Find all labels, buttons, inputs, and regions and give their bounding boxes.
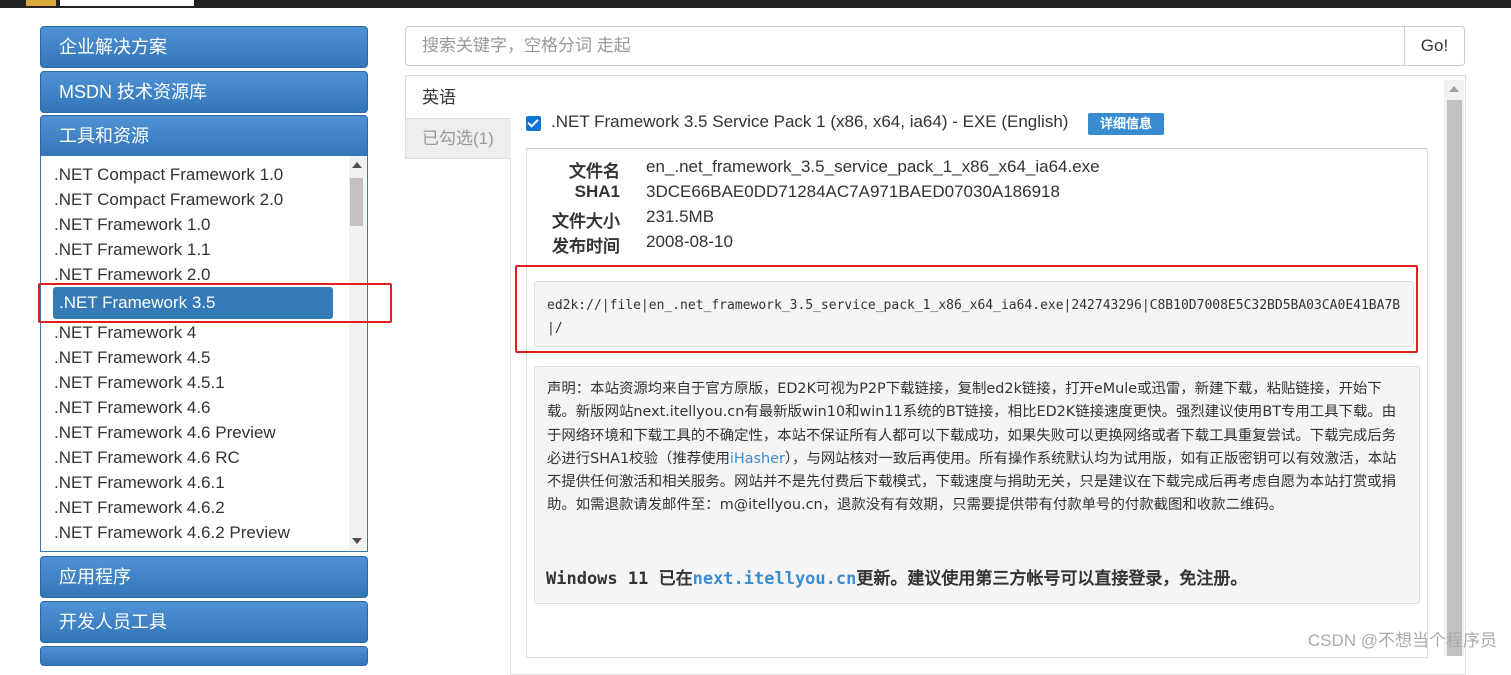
date-value: 2008-08-10: [646, 232, 733, 251]
top-bar: [0, 0, 1511, 8]
sidebar-section-enterprise[interactable]: 企业解决方案: [40, 26, 368, 68]
detail-info-button[interactable]: 详细信息: [1088, 113, 1164, 135]
scroll-up-icon[interactable]: [352, 162, 362, 168]
scroll-up-icon[interactable]: [1449, 86, 1459, 92]
date-label: 发布时间: [552, 237, 620, 256]
tree-item[interactable]: .NET Framework 4.6: [54, 395, 211, 420]
ihasher-link[interactable]: iHasher: [730, 451, 785, 467]
tab-checked[interactable]: 已勾选(1): [405, 119, 511, 159]
sidebar-section-devtools[interactable]: 开发人员工具: [40, 601, 368, 643]
scrollbar-thumb[interactable]: [350, 178, 363, 226]
size-value: 231.5MB: [646, 207, 715, 226]
ed2k-annotation-box: [515, 265, 1418, 353]
sidebar-section-more[interactable]: [40, 646, 368, 666]
tree-scrollbar[interactable]: [349, 156, 366, 550]
sidebar-section-tools[interactable]: 工具和资源: [40, 115, 368, 157]
tree-item[interactable]: .NET Framework 4.6 Preview: [54, 420, 276, 445]
sidebar-section-msdn[interactable]: MSDN 技术资源库: [40, 71, 368, 113]
highlight-annotation-box: [38, 283, 392, 323]
product-title: .NET Framework 3.5 Service Pack 1 (x86, …: [551, 112, 1069, 131]
scroll-down-icon[interactable]: [352, 538, 362, 544]
tab-english[interactable]: 英语: [405, 75, 511, 119]
search-input[interactable]: 搜索关键字，空格分词 走起: [405, 26, 1405, 66]
win11-prefix: Windows 11 已在: [546, 569, 693, 589]
sidebar-section-apps[interactable]: 应用程序: [40, 556, 368, 598]
search-button[interactable]: Go!: [1404, 26, 1465, 66]
tree-item[interactable]: .NET Framework 4.6.1: [54, 470, 225, 495]
tree-item[interactable]: .NET Framework 1.1: [54, 237, 211, 262]
site-logo[interactable]: [26, 0, 56, 6]
tree-item[interactable]: .NET Framework 4.6.2: [54, 495, 225, 520]
size-label: 文件大小: [552, 212, 620, 231]
filename-value: en_.net_framework_3.5_service_pack_1_x86…: [646, 157, 1100, 176]
sha1-label: SHA1: [574, 182, 620, 201]
sha1-value: 3DCE66BAE0DD71284AC7A971BAED07030A186918: [646, 182, 1060, 201]
tree-item[interactable]: .NET Compact Framework 2.0: [54, 187, 283, 212]
content-scrollbar[interactable]: [1444, 80, 1464, 656]
site-banner: [60, 0, 194, 6]
tree-item[interactable]: .NET Framework 1.0: [54, 212, 211, 237]
tree-item[interactable]: .NET Framework 4.5: [54, 345, 211, 370]
csdn-watermark: CSDN @不想当个程序员: [1307, 631, 1497, 650]
filename-label: 文件名: [569, 162, 620, 181]
win11-suffix: 更新。建议使用第三方帐号可以直接登录，免注册。: [856, 569, 1248, 589]
scrollbar-thumb[interactable]: [1447, 100, 1462, 656]
tree-item[interactable]: .NET Compact Framework 1.0: [54, 162, 283, 187]
tree-item[interactable]: .NET Framework 4: [54, 320, 196, 345]
tree-item[interactable]: .NET Framework 4.6.2 Preview: [54, 520, 290, 545]
tree-item[interactable]: .NET Framework 4.6 RC: [54, 445, 240, 470]
product-checkbox[interactable]: [526, 116, 541, 131]
tree-item[interactable]: .NET Framework 4.5.1: [54, 370, 225, 395]
tools-tree-list[interactable]: .NET Compact Framework 1.0 .NET Compact …: [40, 156, 368, 552]
win11-notice: Windows 11 已在next.itellyou.cn更新。建议使用第三方帐…: [546, 564, 1247, 589]
next-itellyou-link[interactable]: next.itellyou.cn: [693, 569, 857, 589]
